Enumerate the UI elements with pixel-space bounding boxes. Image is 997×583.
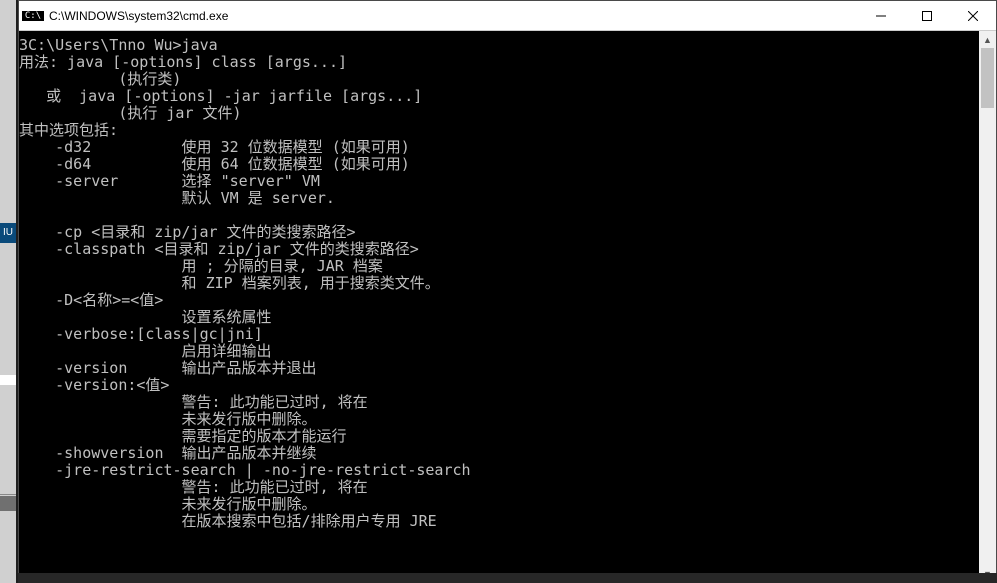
close-icon (968, 11, 978, 21)
terminal-output[interactable]: 3C:\Users\Tnno Wu>java 用法: java [-option… (19, 31, 979, 582)
vertical-scrollbar[interactable]: ▲ ▼ (979, 31, 996, 582)
background-divider (0, 494, 16, 495)
titlebar[interactable]: C:\ C:\WINDOWS\system32\cmd.exe (19, 1, 996, 31)
scroll-up-button[interactable]: ▲ (979, 31, 996, 48)
minimize-button[interactable] (858, 1, 904, 31)
minimize-icon (876, 11, 886, 21)
cmd-icon: C:\ (22, 11, 44, 21)
close-button[interactable] (950, 1, 996, 31)
background-white-segment (0, 375, 16, 385)
client-area: 3C:\Users\Tnno Wu>java 用法: java [-option… (19, 31, 996, 582)
window-title: C:\WINDOWS\system32\cmd.exe (47, 9, 858, 23)
background-gray-segment (0, 496, 16, 511)
maximize-button[interactable] (904, 1, 950, 31)
cmd-window: C:\ C:\WINDOWS\system32\cmd.exe 3C:\User… (18, 0, 997, 583)
scroll-thumb[interactable] (981, 48, 994, 108)
system-menu-icon[interactable]: C:\ (19, 11, 47, 21)
background-bottom-strip (18, 573, 997, 583)
maximize-icon (922, 11, 932, 21)
background-badge: IU (0, 223, 16, 243)
background-left-strip: IU (0, 0, 16, 583)
